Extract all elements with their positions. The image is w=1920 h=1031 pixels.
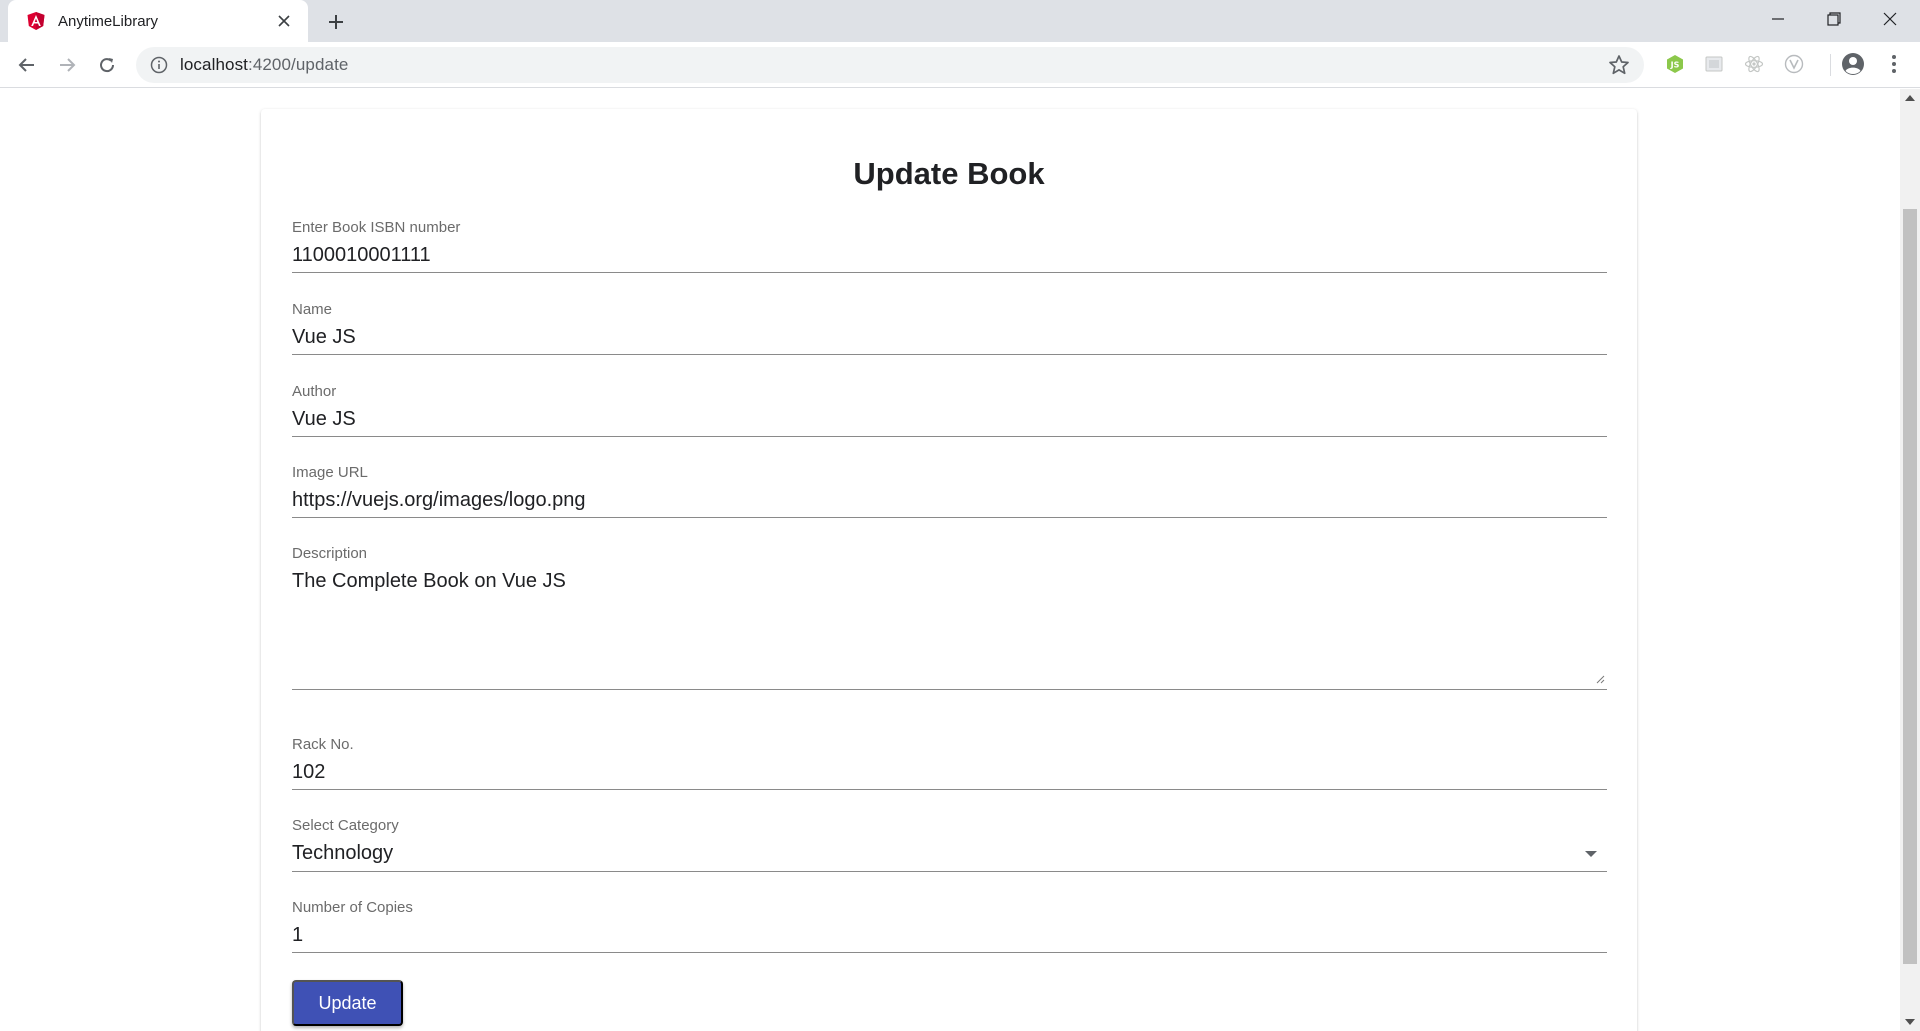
info-icon[interactable] bbox=[150, 56, 168, 74]
rack-no-underline bbox=[292, 789, 1607, 790]
close-icon[interactable] bbox=[272, 9, 296, 33]
name-input[interactable]: Vue JS bbox=[292, 323, 1607, 351]
forward-arrow-icon[interactable] bbox=[51, 49, 83, 81]
name-field[interactable]: Name Vue JS bbox=[292, 301, 1607, 355]
resize-grip-icon[interactable] bbox=[1595, 674, 1605, 684]
url-text: localhost:4200/update bbox=[180, 55, 348, 75]
author-field[interactable]: Author Vue JS bbox=[292, 383, 1607, 437]
url-host: localhost bbox=[180, 55, 248, 74]
image-url-field[interactable]: Image URL https://vuejs.org/images/logo.… bbox=[292, 464, 1607, 518]
update-button[interactable]: Update bbox=[292, 980, 403, 1026]
kebab-menu-icon[interactable] bbox=[1882, 50, 1906, 78]
description-underline bbox=[292, 689, 1607, 690]
author-underline bbox=[292, 436, 1607, 437]
reload-icon[interactable] bbox=[91, 49, 123, 81]
react-extension-icon[interactable] bbox=[1743, 53, 1765, 75]
svg-text:JS: JS bbox=[1670, 61, 1680, 70]
scroll-down-arrow-icon[interactable] bbox=[1905, 1019, 1915, 1025]
image-url-label: Image URL bbox=[292, 464, 368, 481]
isbn-field[interactable]: Enter Book ISBN number 1100010001111 bbox=[292, 219, 1607, 273]
extension-icon[interactable] bbox=[1703, 53, 1725, 75]
browser-toolbar: localhost:4200/update bbox=[0, 42, 1920, 88]
description-textarea[interactable]: The Complete Book on Vue JS bbox=[292, 567, 1607, 595]
image-url-underline bbox=[292, 517, 1607, 518]
name-label: Name bbox=[292, 301, 333, 318]
rack-no-label: Rack No. bbox=[292, 736, 354, 753]
page-title: Update Book bbox=[853, 156, 1045, 191]
rack-no-field[interactable]: Rack No. 102 bbox=[292, 736, 1607, 790]
browser-tab[interactable]: AnytimeLibrary bbox=[8, 0, 308, 42]
window-close-icon[interactable] bbox=[1862, 0, 1918, 38]
toolbar-separator bbox=[1830, 54, 1831, 76]
nodejs-extension-icon[interactable]: JS bbox=[1664, 53, 1686, 75]
address-bar[interactable]: localhost:4200/update bbox=[136, 47, 1644, 83]
name-underline bbox=[292, 354, 1607, 355]
isbn-label: Enter Book ISBN number bbox=[292, 219, 461, 236]
dropdown-arrow-icon[interactable] bbox=[1585, 851, 1597, 857]
url-path: :4200/update bbox=[248, 55, 349, 74]
page-scrollbar[interactable] bbox=[1900, 89, 1920, 1031]
copies-input[interactable]: 1 bbox=[292, 921, 1607, 949]
category-value[interactable]: Technology bbox=[292, 839, 1607, 867]
update-book-card: Update Book Enter Book ISBN number 11000… bbox=[261, 109, 1637, 1031]
tab-strip: AnytimeLibrary bbox=[0, 0, 1920, 42]
tab-title: AnytimeLibrary bbox=[58, 12, 159, 30]
rack-no-input[interactable]: 102 bbox=[292, 758, 1607, 786]
copies-label: Number of Copies bbox=[292, 899, 413, 916]
minimize-icon[interactable] bbox=[1750, 0, 1806, 38]
plus-icon[interactable] bbox=[322, 8, 350, 36]
vue-extension-icon[interactable] bbox=[1783, 53, 1805, 75]
scroll-up-arrow-icon[interactable] bbox=[1905, 95, 1915, 101]
description-field[interactable]: Description The Complete Book on Vue JS bbox=[292, 545, 1607, 690]
isbn-input[interactable]: 1100010001111 bbox=[292, 241, 1607, 269]
category-label: Select Category bbox=[292, 817, 399, 834]
restore-icon[interactable] bbox=[1806, 0, 1862, 38]
category-underline bbox=[292, 871, 1607, 872]
image-url-input[interactable]: https://vuejs.org/images/logo.png bbox=[292, 486, 1607, 514]
angular-favicon-icon bbox=[27, 12, 45, 30]
copies-field[interactable]: Number of Copies 1 bbox=[292, 899, 1607, 953]
copies-underline bbox=[292, 952, 1607, 953]
scrollbar-thumb[interactable] bbox=[1903, 209, 1917, 964]
profile-icon[interactable] bbox=[1839, 50, 1867, 78]
category-select[interactable]: Select Category Technology bbox=[292, 817, 1607, 872]
star-icon[interactable] bbox=[1608, 54, 1630, 76]
author-input[interactable]: Vue JS bbox=[292, 405, 1607, 433]
back-arrow-icon[interactable] bbox=[11, 49, 43, 81]
page-viewport: Update Book Enter Book ISBN number 11000… bbox=[0, 89, 1900, 1031]
isbn-underline bbox=[292, 272, 1607, 273]
description-label: Description bbox=[292, 545, 368, 562]
author-label: Author bbox=[292, 383, 337, 400]
